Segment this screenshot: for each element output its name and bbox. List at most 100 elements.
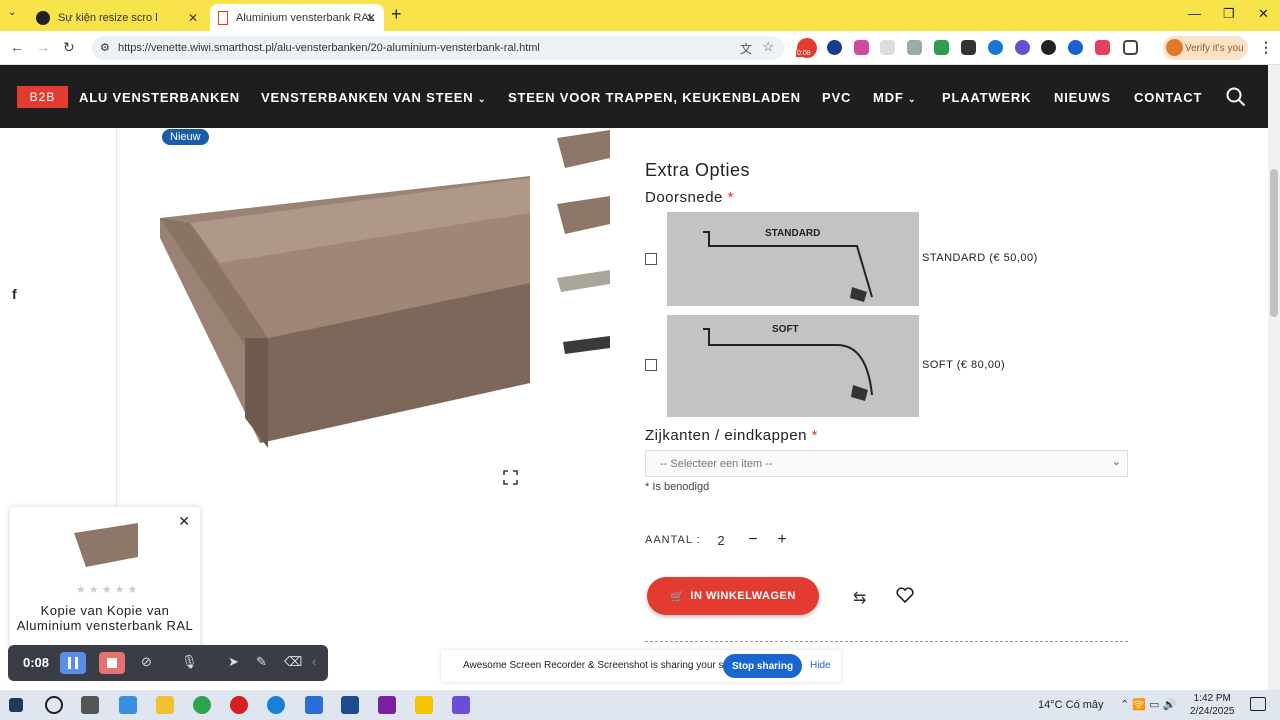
site-info-icon[interactable]: ⚙ <box>100 41 110 54</box>
select-placeholder: -- Selecteer een item -- <box>660 457 773 470</box>
pause-button[interactable] <box>60 652 86 674</box>
nav-contact[interactable]: CONTACT <box>1134 90 1202 105</box>
extension-icon[interactable] <box>827 40 842 55</box>
fullscreen-icon[interactable] <box>503 470 518 485</box>
option-soft-label[interactable]: SOFT (€ 80,00) <box>922 359 1005 371</box>
option-soft-checkbox[interactable] <box>645 359 657 371</box>
translate-icon[interactable]: 文 <box>740 40 752 57</box>
option-standard-label[interactable]: STANDARD (€ 50,00) <box>922 252 1038 264</box>
windows-start-icon[interactable] <box>9 698 23 712</box>
chrome-icon[interactable] <box>193 696 211 714</box>
thumbnail-image[interactable] <box>555 330 611 360</box>
profile-button[interactable]: Verify it's you <box>1163 36 1248 60</box>
clock-date: 2/24/2025 <box>1190 706 1235 717</box>
forward-icon[interactable]: → <box>36 39 50 55</box>
compare-icon[interactable]: ⇆ <box>853 588 866 608</box>
increase-quantity-button[interactable]: + <box>769 527 795 553</box>
soft-profile-image[interactable]: SOFT <box>667 315 919 417</box>
search-icon[interactable] <box>45 696 63 714</box>
close-tab-icon[interactable]: ✕ <box>366 11 376 25</box>
app-icon[interactable] <box>305 696 323 714</box>
thumbnail-image[interactable] <box>555 194 611 236</box>
close-tab-icon[interactable]: ✕ <box>188 11 198 25</box>
tray-icons[interactable]: ⌃ 🛜 ▭ 🔊 <box>1120 698 1176 711</box>
tab-active[interactable]: Aluminium vensterbank RAL ✕ <box>210 4 384 31</box>
mic-off-icon[interactable]: 🎙 <box>181 654 198 670</box>
extension-icon[interactable] <box>934 40 949 55</box>
stop-recording-button[interactable] <box>99 652 125 674</box>
chevron-down-icon: ⌄ <box>907 94 917 104</box>
extension-icon[interactable] <box>961 40 976 55</box>
nav-mdf[interactable]: MDF ⌄ <box>873 90 916 105</box>
extension-icon[interactable] <box>1015 40 1030 55</box>
app-icon[interactable] <box>378 696 396 714</box>
maximize-icon[interactable]: ❐ <box>1223 6 1235 22</box>
zijkanten-select[interactable]: -- Selecteer een item -- ⌄ <box>645 450 1128 477</box>
hide-button[interactable]: Hide <box>810 660 831 671</box>
bookmark-star-icon[interactable]: ☆ <box>762 39 774 55</box>
back-icon[interactable]: ← <box>10 39 24 55</box>
weather-widget[interactable]: 14°C Có mây <box>1038 699 1104 711</box>
notification-icon[interactable] <box>1250 697 1266 711</box>
close-icon[interactable]: ✕ <box>178 513 190 530</box>
menu-kebab-icon[interactable]: ⋮ <box>1259 39 1273 56</box>
scrollbar-thumb[interactable] <box>1270 169 1278 317</box>
nav-nieuws[interactable]: NIEUWS <box>1054 90 1111 105</box>
popup-product-title[interactable]: Kopie van Kopie van Aluminium vensterban… <box>10 603 200 633</box>
stop-sharing-button[interactable]: Stop sharing <box>723 654 802 678</box>
minimize-icon[interactable]: — <box>1188 6 1201 21</box>
cart-icon: 🛒 <box>670 590 685 603</box>
app-icon[interactable] <box>267 696 285 714</box>
extension-icon[interactable] <box>907 40 922 55</box>
extension-icon[interactable] <box>1095 40 1110 55</box>
product-image[interactable] <box>150 168 540 458</box>
extension-icon[interactable] <box>1041 40 1056 55</box>
label-text: Zijkanten / eindkappen <box>645 427 807 444</box>
tab-list-button[interactable]: ⌄ <box>8 7 16 18</box>
opera-icon[interactable] <box>230 696 248 714</box>
task-view-icon[interactable] <box>81 696 99 714</box>
close-window-icon[interactable]: ✕ <box>1258 6 1269 22</box>
quantity-input[interactable]: 2 <box>706 527 736 553</box>
extension-icon[interactable] <box>854 40 869 55</box>
camera-off-icon[interactable]: ⊘ <box>141 654 152 670</box>
option-standard-checkbox[interactable] <box>645 253 657 265</box>
nav-steen-voor-trappen[interactable]: STEEN VOOR TRAPPEN, KEUKENBLADEN <box>508 90 801 105</box>
profile-label: Verify it's you <box>1185 42 1244 54</box>
sticky-notes-icon[interactable] <box>415 696 433 714</box>
thumbnail-image[interactable] <box>555 266 611 296</box>
copilot-icon[interactable] <box>119 696 137 714</box>
thumbnail-image[interactable] <box>555 128 611 170</box>
standard-profile-image[interactable]: STANDARD <box>667 212 919 306</box>
url-bar[interactable]: ⚙ https://venette.wiwi.smarthost.pl/alu-… <box>92 36 784 60</box>
nav-vensterbanken-van-steen[interactable]: VENSTERBANKEN VAN STEEN ⌄ <box>261 90 486 105</box>
page-scrollbar[interactable] <box>1268 65 1280 690</box>
app-icon[interactable] <box>341 696 359 714</box>
new-tab-button[interactable]: + <box>391 4 402 25</box>
cursor-icon[interactable]: ➤ <box>228 654 239 670</box>
taskbar-clock[interactable]: 1:42 PM 2/24/2025 <box>1190 692 1235 718</box>
file-explorer-icon[interactable] <box>156 696 174 714</box>
extension-icon[interactable] <box>1068 40 1083 55</box>
app-icon[interactable] <box>452 696 470 714</box>
tab-inactive[interactable]: Sự kiện resize scro l ✕ <box>28 4 206 31</box>
add-to-cart-button[interactable]: 🛒 IN WINKELWAGEN <box>647 577 819 615</box>
search-icon[interactable] <box>1226 87 1246 107</box>
extension-icon[interactable] <box>880 40 895 55</box>
nav-label: MDF <box>873 90 904 105</box>
wishlist-heart-icon[interactable] <box>896 587 914 603</box>
collapse-icon[interactable]: ‹ <box>312 654 316 669</box>
reload-icon[interactable]: ↻ <box>63 39 75 56</box>
facebook-icon[interactable]: f <box>12 286 17 302</box>
extension-icon[interactable] <box>988 40 1003 55</box>
recorder-ext-icon[interactable]: 0:08 <box>796 38 817 58</box>
nav-alu-vensterbanken[interactable]: ALU VENSTERBANKEN <box>79 90 240 105</box>
b2b-button[interactable]: B2B <box>17 86 68 108</box>
nav-plaatwerk[interactable]: PLAATWERK <box>942 90 1031 105</box>
decrease-quantity-button[interactable]: − <box>740 527 766 553</box>
pen-icon[interactable]: ✎ <box>256 654 267 670</box>
eraser-icon[interactable]: ⌫ <box>284 654 302 670</box>
nav-pvc[interactable]: PVC <box>822 90 851 105</box>
extensions-puzzle-icon[interactable] <box>1123 40 1138 55</box>
popup-product-image[interactable] <box>72 519 140 569</box>
